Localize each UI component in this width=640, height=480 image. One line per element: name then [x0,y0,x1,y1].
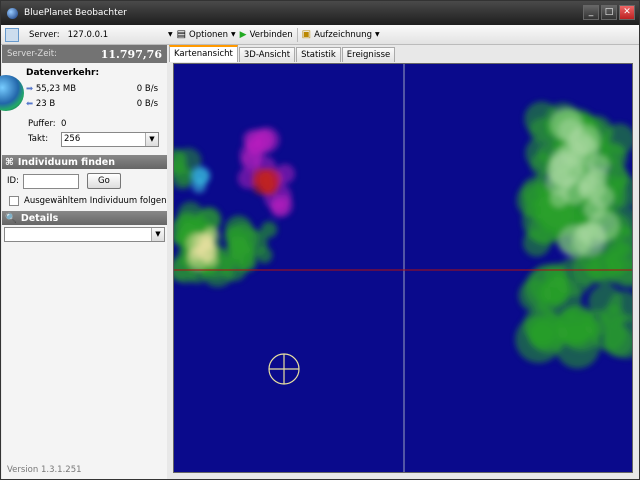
population-blob [260,221,278,238]
window-title: BluePlanet Beobachter [24,8,127,18]
version-label: Version 1.3.1.251 [7,465,82,475]
find-section-header[interactable]: ⌘ Individuum finden [2,155,167,169]
verbinden-label: Verbinden [249,29,293,40]
population-blob [256,247,273,264]
takt-label: Takt: [28,134,49,144]
optionen-menu[interactable]: ▤ Optionen ▼ [177,29,236,40]
population-blob [602,326,632,357]
separator [296,27,298,42]
server-combo[interactable]: 127.0.0.1 ▼ [68,30,173,40]
chevron-down-icon[interactable]: ▼ [151,228,164,241]
side-panel: Server-Zeit: 11.797,76 Datenverkehr: ➡ 5… [0,45,167,479]
id-label: ID: [7,176,19,186]
details-title: Details [20,212,59,224]
population-blob [550,189,569,208]
population-blob [256,129,275,148]
find-title: Individuum finden [17,156,115,168]
details-section-header[interactable]: 🔍 Details [2,211,167,225]
population-blob [177,201,203,227]
chevron-down-icon[interactable]: ▼ [145,132,158,146]
toolbar: Server: 127.0.0.1 ▼ ▤ Optionen ▼ ▶ Verbinden… [1,25,639,45]
chevron-down-icon[interactable]: ▼ [168,31,173,38]
app-window: BluePlanet Beobachter _ □ ✕ Server: 127.… [0,0,640,480]
takt-value: 256 [64,134,81,144]
globe-icon [0,75,24,111]
verbinden-button[interactable]: ▶ Verbinden [240,30,293,40]
server-time-bar: Server-Zeit: 11.797,76 [2,45,167,63]
tab-3d-ansicht[interactable]: 3D-Ansicht [238,47,296,62]
takt-select[interactable]: 256 ▼ [61,131,159,147]
connect-toggle-icon[interactable] [5,27,19,42]
binoculars-icon: ⌘ [5,156,14,168]
population-blob [192,179,206,193]
outgoing-arrow-icon: ⬅ [26,99,34,109]
population-blob [550,148,576,173]
minimize-button[interactable]: _ [583,5,599,20]
magnifier-icon: 🔍 [5,212,17,224]
tab-statistik[interactable]: Statistik [296,47,341,62]
title-bar: BluePlanet Beobachter _ □ ✕ [1,1,639,25]
close-button[interactable]: ✕ [619,5,635,20]
server-label: Server: [29,29,60,40]
incoming-arrow-icon: ➡ [26,84,34,94]
follow-label[interactable]: Ausgewähltem Individuum folgen [24,196,166,206]
tab-bar: Kartenansicht 3D-Ansicht Statistik Ereig… [169,45,396,62]
outgoing-rate: 0 B/s [136,99,158,109]
puffer-label: Puffer: [28,119,56,129]
population-blob [270,194,294,217]
optionen-label: Optionen [189,29,229,40]
id-input[interactable] [22,173,79,189]
record-icon: ▣ [301,29,312,40]
chevron-down-icon: ▼ [374,31,380,38]
population-blob [524,266,569,311]
server-time-label: Server-Zeit: [7,49,58,59]
traffic-title: Datenverkehr: [26,68,100,78]
server-time-value: 11.797,76 [100,47,162,61]
puffer-value: 0 [61,119,67,129]
population-blob [550,107,583,141]
incoming-total: 55,23 MB [35,84,77,94]
maximize-button[interactable]: □ [601,5,617,20]
map-canvas[interactable] [174,64,633,473]
aufzeichnung-menu[interactable]: ▣ Aufzeichnung ▼ [302,29,380,40]
details-select[interactable]: ▼ [4,227,165,242]
population-blob [262,182,275,195]
population-blob [193,233,214,253]
go-button[interactable]: Go [86,173,121,189]
population-blob [588,210,620,242]
server-value[interactable]: 127.0.0.1 [68,30,109,40]
population-blob [530,316,568,354]
target-reticle-icon[interactable] [268,353,300,385]
follow-checkbox[interactable] [9,196,19,206]
app-globe-icon [7,7,18,19]
population-blob [229,238,255,265]
map-view[interactable] [173,63,633,473]
aufzeichnung-label: Aufzeichnung [314,29,372,40]
population-blob [576,225,593,242]
population-blob [579,174,598,192]
incoming-rate: 0 B/s [136,84,158,94]
play-icon: ▶ [239,29,247,40]
outgoing-total: 23 B [35,99,56,109]
tab-ereignisse[interactable]: Ereignisse [341,47,396,62]
tab-kartenansicht[interactable]: Kartenansicht [169,45,238,62]
options-icon: ▤ [176,29,187,40]
population-blob [522,228,551,257]
chevron-down-icon: ▼ [231,31,236,38]
